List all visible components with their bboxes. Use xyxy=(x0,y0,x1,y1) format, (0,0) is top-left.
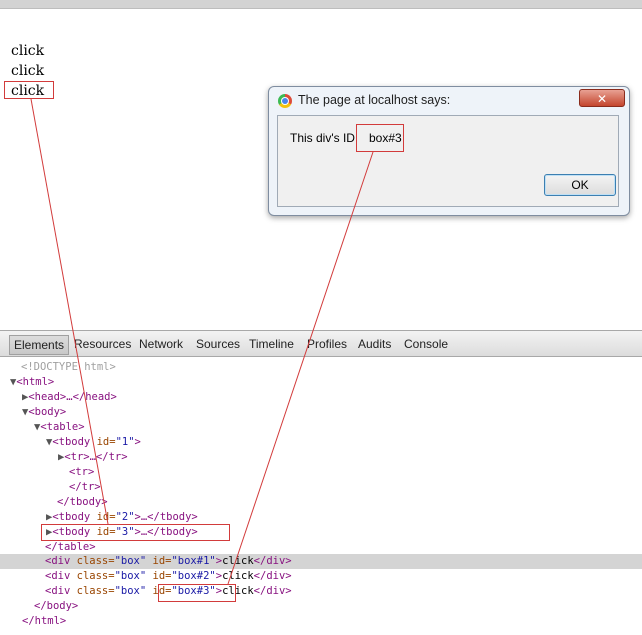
alert-dialog: The page at localhost says: ✕ This div's… xyxy=(268,86,630,216)
dom-line-head[interactable]: ▶<head>…</head> xyxy=(22,390,117,405)
tab-timeline[interactable]: Timeline xyxy=(249,337,294,351)
dom-line-tr-open[interactable]: <tr> xyxy=(69,465,94,480)
ok-button[interactable]: OK xyxy=(544,174,616,196)
dom-line-body-close[interactable]: </body> xyxy=(34,599,78,614)
dom-line-body-open[interactable]: ▼<body> xyxy=(22,405,66,420)
dom-line-tr-collapsed[interactable]: ▶<tr>…</tr> xyxy=(58,450,128,465)
dialog-title: The page at localhost says: xyxy=(298,93,451,107)
tab-console[interactable]: Console xyxy=(404,337,448,351)
dom-line-div-box2[interactable]: <div class="box" id="box#2">click</div> xyxy=(45,569,292,584)
close-icon[interactable]: ✕ xyxy=(579,89,625,107)
tab-resources[interactable]: Resources xyxy=(74,337,131,351)
dom-line-div-box1[interactable]: <div class="box" id="box#1">click</div> xyxy=(45,554,292,569)
highlight-dialog-value xyxy=(356,124,404,152)
dom-line-doctype[interactable]: <!DOCTYPE html> xyxy=(21,360,116,375)
tab-network[interactable]: Network xyxy=(139,337,183,351)
highlight-tbody-3 xyxy=(41,524,230,541)
click-div-2[interactable]: click xyxy=(11,61,44,81)
highlight-click-3 xyxy=(4,81,54,99)
browser-top-strip xyxy=(0,0,642,9)
dialog-body: This div's ID box#3 OK xyxy=(277,115,619,207)
highlight-div-id xyxy=(158,584,236,602)
dom-line-tbody-2[interactable]: ▶<tbody id="2">…</tbody> xyxy=(46,510,198,525)
dom-line-tbody-1[interactable]: ▼<tbody id="1"> xyxy=(46,435,141,450)
tab-profiles[interactable]: Profiles xyxy=(307,337,347,351)
devtools-toolbar: Elements Resources Network Sources Timel… xyxy=(0,330,642,357)
dom-line-table-close[interactable]: </table> xyxy=(45,540,96,555)
chrome-icon xyxy=(278,94,292,108)
dialog-message-label: This div's ID xyxy=(290,131,355,145)
dom-line-tr-close[interactable]: </tr> xyxy=(69,480,101,495)
devtools-panel: Elements Resources Network Sources Timel… xyxy=(0,330,642,635)
tab-elements[interactable]: Elements xyxy=(9,335,70,355)
tab-audits[interactable]: Audits xyxy=(358,337,391,351)
dom-line-tbody-close[interactable]: </tbody> xyxy=(57,495,108,510)
dom-line-table-open[interactable]: ▼<table> xyxy=(34,420,85,435)
dom-line-html-open[interactable]: ▼<html> xyxy=(10,375,54,390)
click-div-1[interactable]: click xyxy=(11,41,44,61)
dialog-titlebar: The page at localhost says: ✕ xyxy=(269,87,629,115)
tab-sources[interactable]: Sources xyxy=(196,337,240,351)
dom-line-html-close[interactable]: </html> xyxy=(22,614,66,629)
